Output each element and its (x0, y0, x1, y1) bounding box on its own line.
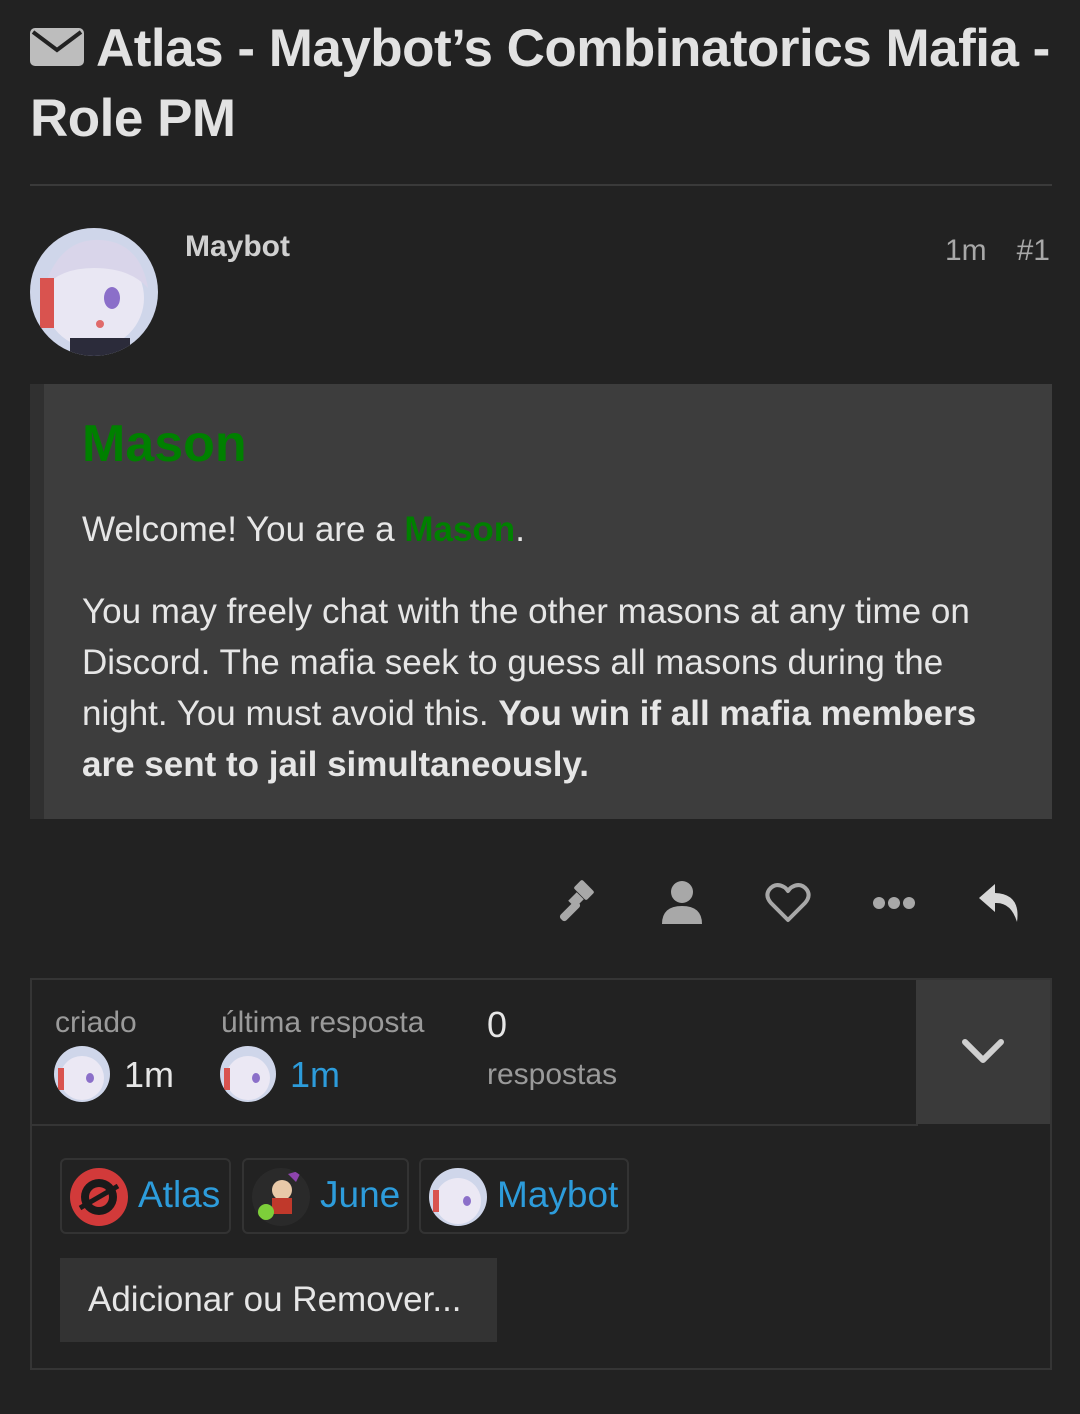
topic-title-text: Atlas - Maybot’s Combinatorics Mafia - R… (30, 19, 1050, 148)
topic-title: Atlas - Maybot’s Combinatorics Mafia - R… (30, 14, 1060, 154)
summary-stats: criado 1m última resposta 1m 0 respostas (32, 980, 918, 1126)
chevron-down-icon (962, 1039, 1004, 1063)
participant-chip[interactable]: Atlas (60, 1158, 231, 1234)
last-reply-avatar[interactable] (220, 1046, 276, 1102)
topic-summary: criado 1m última resposta 1m 0 respostas… (30, 978, 1052, 1370)
participant-chip[interactable]: Maybot (419, 1158, 629, 1234)
heart-icon[interactable] (762, 877, 814, 929)
replies-count: 0 (487, 1004, 508, 1045)
created-label: criado (55, 1006, 137, 1039)
welcome-suffix: . (515, 510, 525, 549)
role-quote: Mason Welcome! You are a Mason. You may … (30, 384, 1052, 819)
participant-chip[interactable]: June (242, 1158, 409, 1234)
post-age[interactable]: 1m (945, 234, 987, 267)
participant-name: Maybot (497, 1174, 619, 1215)
post-meta: 1m #1 (915, 234, 1050, 268)
gavel-icon[interactable] (552, 877, 604, 929)
user-icon[interactable] (656, 877, 708, 929)
post-number[interactable]: #1 (1017, 234, 1050, 267)
welcome-role: Mason (404, 510, 516, 549)
participant-avatar (429, 1168, 487, 1226)
replies-label: respostas (487, 1058, 618, 1091)
author-avatar[interactable] (30, 228, 158, 356)
reply-icon[interactable] (974, 877, 1026, 929)
participant-avatar (70, 1168, 128, 1226)
participant-name: June (320, 1174, 401, 1215)
welcome-paragraph: Welcome! You are a Mason. (82, 510, 525, 550)
role-heading: Mason (82, 415, 247, 473)
expand-summary-button[interactable] (916, 980, 1050, 1124)
more-icon[interactable] (868, 877, 920, 929)
author-name[interactable]: Maybot (185, 230, 290, 264)
created-value: 1m (124, 1054, 175, 1095)
divider (30, 184, 1052, 186)
participant-name: Atlas (138, 1174, 221, 1215)
last-reply-value[interactable]: 1m (290, 1054, 340, 1096)
created-avatar[interactable] (54, 1046, 110, 1102)
participant-avatar (252, 1168, 310, 1226)
welcome-prefix: Welcome! You are a (82, 510, 405, 549)
post-actions (548, 877, 1028, 929)
last-reply-label: última resposta (221, 1006, 425, 1039)
rules-paragraph: You may freely chat with the other mason… (82, 586, 1032, 790)
add-remove-button[interactable]: Adicionar ou Remover... (60, 1258, 497, 1342)
envelope-icon (30, 28, 84, 66)
